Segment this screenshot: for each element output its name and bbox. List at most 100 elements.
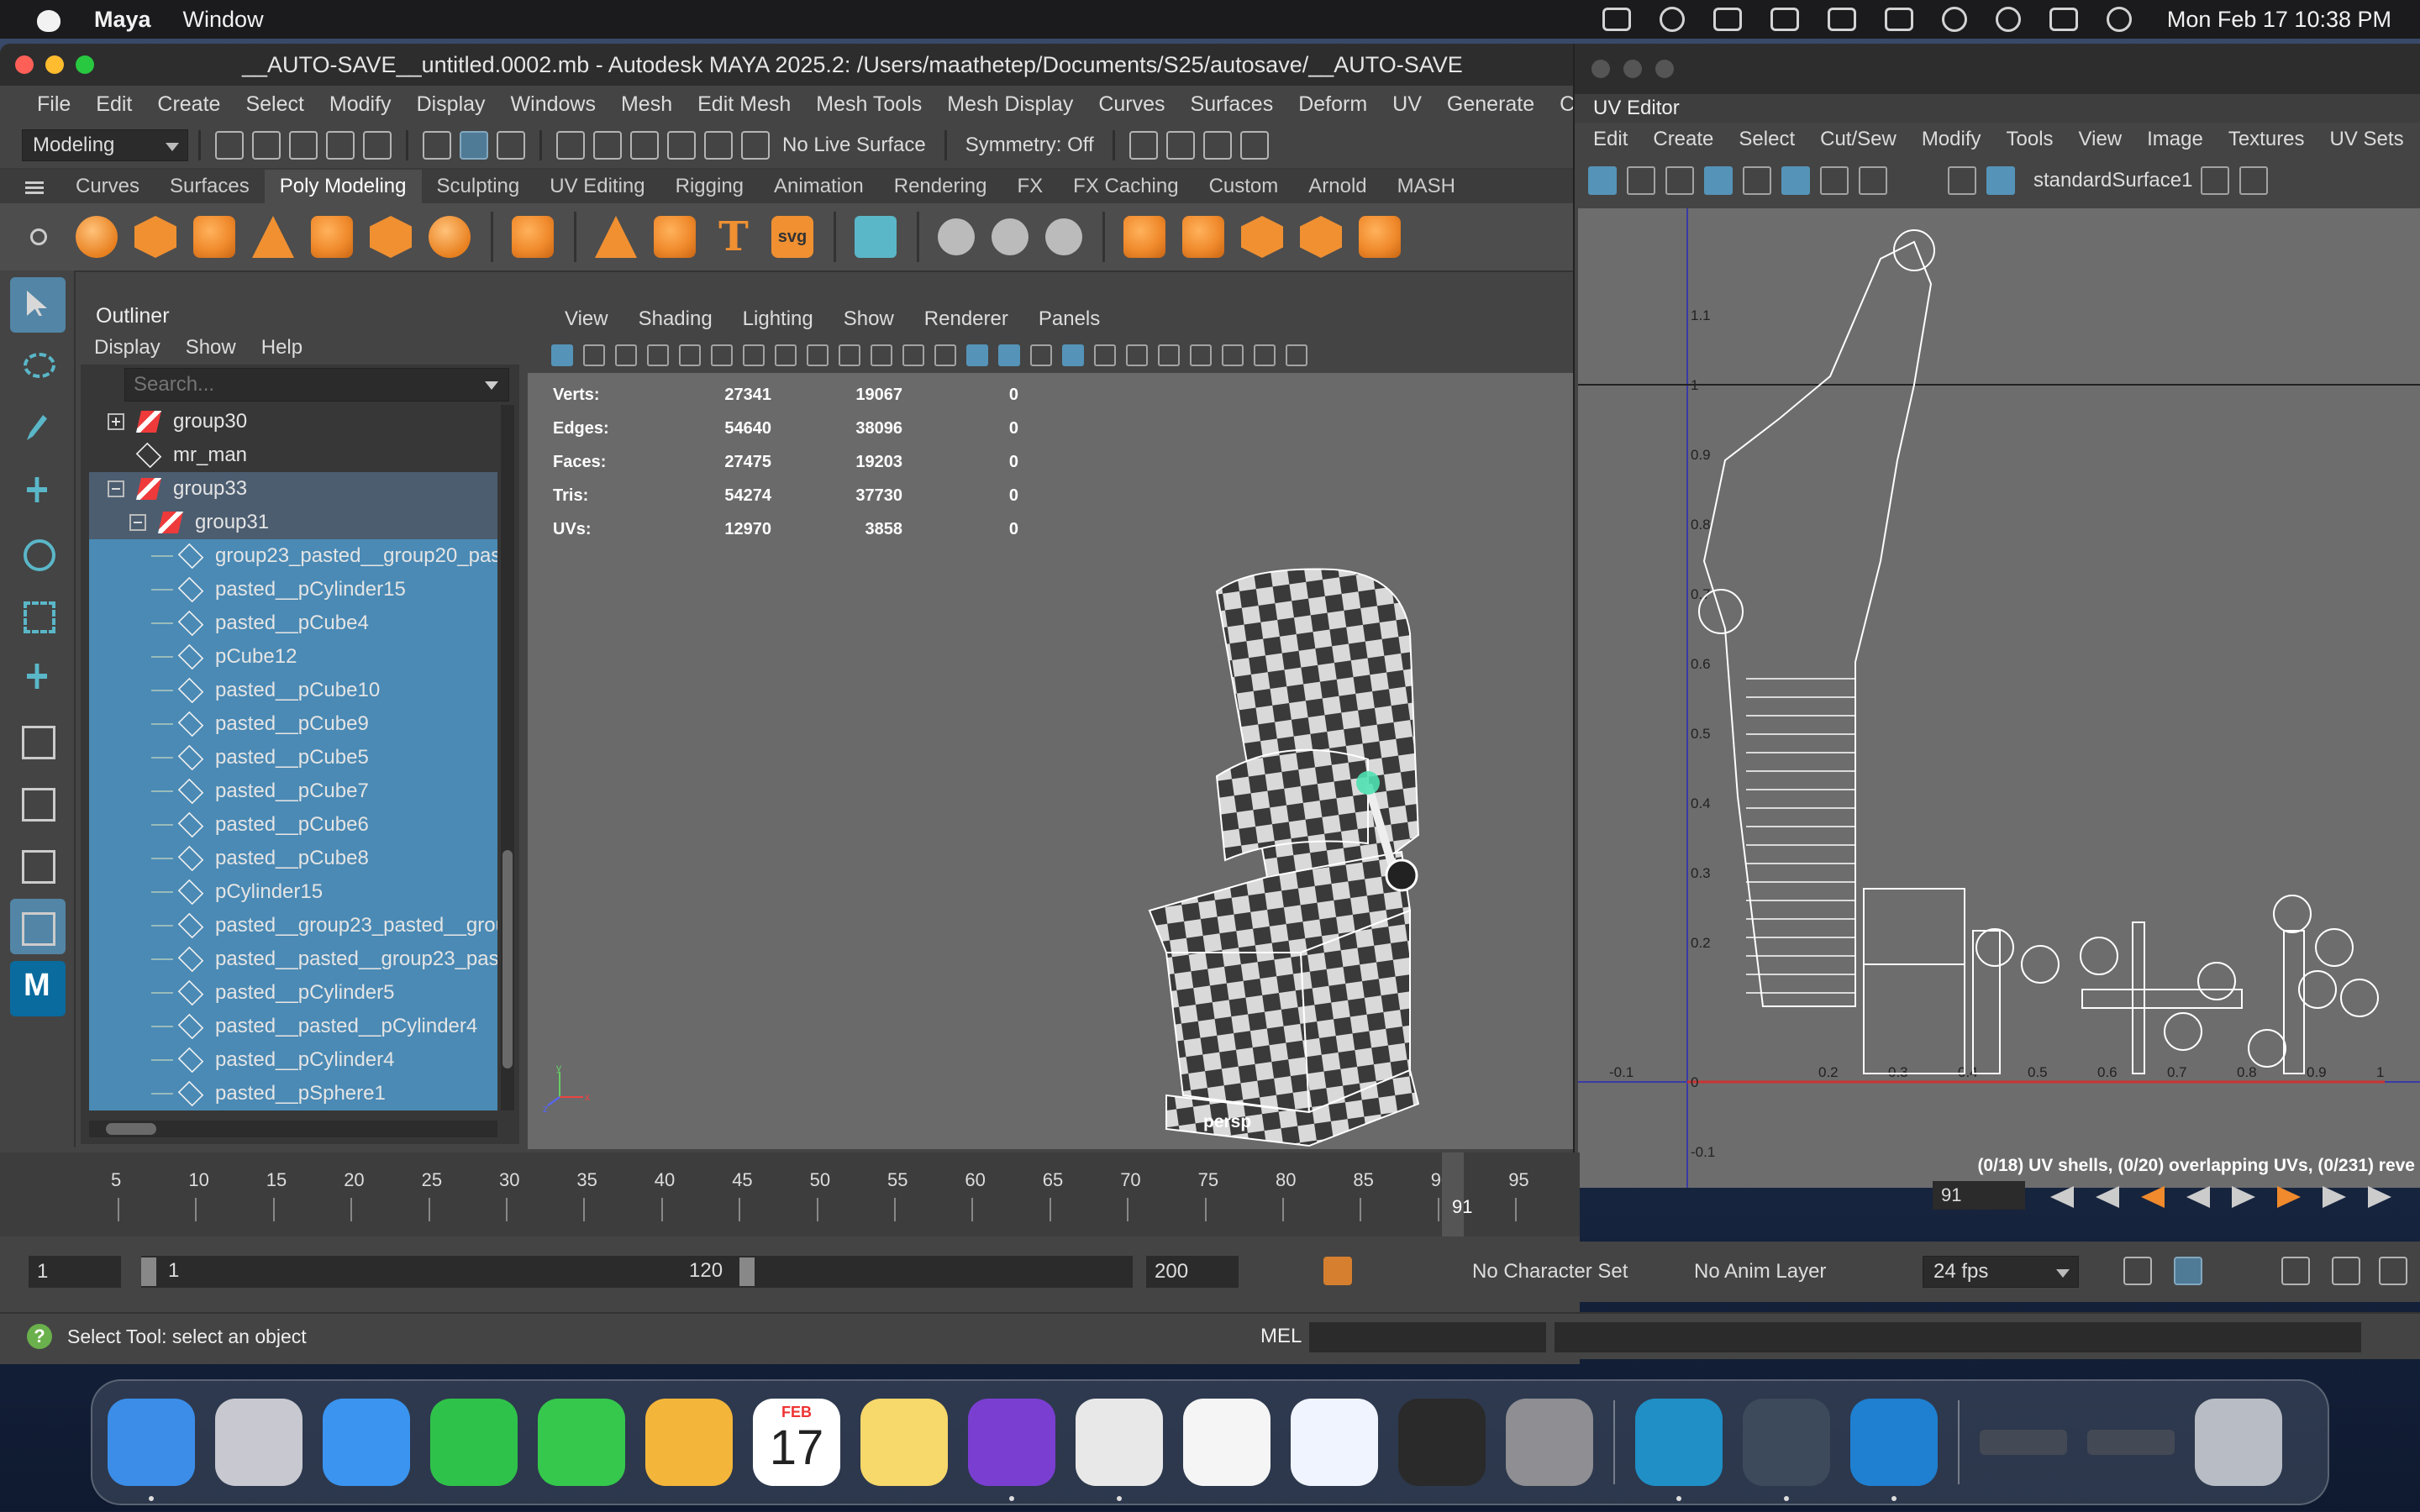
material-name[interactable]: standardSurface1 <box>2033 169 2192 192</box>
poly-cylinder-icon[interactable] <box>193 216 235 258</box>
menu-edit-mesh[interactable]: Edit Mesh <box>697 92 791 117</box>
auto-key-icon[interactable] <box>1323 1257 1352 1285</box>
tab-animation[interactable]: Animation <box>759 170 879 203</box>
time-slider[interactable]: 5101520253035404550556065707580859095 91 <box>0 1152 1580 1236</box>
uv-distortion-icon[interactable] <box>1665 166 1694 195</box>
poly-plane-icon[interactable] <box>370 216 412 258</box>
poly-torus-icon[interactable] <box>311 216 353 258</box>
preferences-icon[interactable] <box>2332 1257 2360 1285</box>
select-camera-icon[interactable] <box>551 344 573 366</box>
snap-surface-icon[interactable] <box>704 131 733 160</box>
uv-menu-tools[interactable]: Tools <box>2007 128 2054 151</box>
uv-editor-canvas[interactable]: 1.110.90.80.70.60.50.40.30.20-0.1-0.2-0.… <box>1578 208 2420 1188</box>
loop-icon[interactable] <box>2123 1257 2152 1285</box>
dock-freeform-icon[interactable] <box>1291 1399 1378 1486</box>
battery-icon[interactable] <box>1884 8 1913 31</box>
smooth-icon[interactable] <box>1241 216 1283 258</box>
uv-menu-modify[interactable]: Modify <box>1922 128 1981 151</box>
screen-space-ao-icon[interactable] <box>1190 344 1212 366</box>
image-ratio-icon[interactable] <box>2239 166 2269 195</box>
outliner-search-input[interactable] <box>125 369 508 401</box>
close-window-button[interactable] <box>15 55 34 74</box>
wireframe-icon[interactable] <box>966 344 988 366</box>
uv-menu-textures[interactable]: Textures <box>2228 128 2305 151</box>
smooth-shade-icon[interactable] <box>998 344 1020 366</box>
screen-recording-icon[interactable] <box>1659 7 1685 32</box>
close-window-button[interactable] <box>1591 60 1610 78</box>
viewport-menu-shading[interactable]: Shading <box>639 307 713 331</box>
dock-mail-icon[interactable] <box>323 1399 410 1486</box>
time-slider-track[interactable]: 5101520253035404550556065707580859095 <box>27 1152 1926 1236</box>
anim-layer-dropdown[interactable]: No Anim Layer <box>1694 1260 1826 1284</box>
motion-blur-icon[interactable] <box>1222 344 1244 366</box>
freeze-transforms-icon[interactable] <box>1045 218 1082 255</box>
viewport-menu-renderer[interactable]: Renderer <box>924 307 1008 331</box>
dock-vscode-icon[interactable] <box>1850 1399 1938 1501</box>
live-surface-label[interactable]: No Live Surface <box>782 134 926 157</box>
menu-uv[interactable]: UV <box>1392 92 1422 117</box>
dock-maya-icon[interactable] <box>1635 1399 1723 1501</box>
go-to-end-icon[interactable] <box>2368 1186 2391 1208</box>
dock-notes-icon[interactable] <box>860 1399 948 1486</box>
select-tool-icon[interactable] <box>10 277 66 333</box>
outliner-item-group31[interactable]: group31 <box>89 506 497 539</box>
chevron-down-icon[interactable] <box>485 381 498 390</box>
menu-mesh-tools[interactable]: Mesh Tools <box>816 92 922 117</box>
select-object-icon[interactable] <box>460 131 488 160</box>
search-icon[interactable] <box>1995 7 2021 32</box>
select-component-icon[interactable] <box>497 131 525 160</box>
slot-machine-model[interactable] <box>1116 558 1553 1149</box>
perspective-viewport[interactable]: Verts: 27341 19067 0 Edges: 54640 38096 0 Faces:… <box>528 373 1580 1149</box>
expand-icon[interactable] <box>108 413 124 430</box>
snap-point-icon[interactable] <box>630 131 659 160</box>
outliner-item-pasted-pcylinder4[interactable]: pasted__pCylinder4 <box>89 1043 497 1077</box>
menu-file[interactable]: File <box>37 92 71 117</box>
safe-title-icon[interactable] <box>934 344 956 366</box>
resolution-gate-icon[interactable] <box>807 344 829 366</box>
snap-curve-icon[interactable] <box>593 131 622 160</box>
uv-menu-uv-sets[interactable]: UV Sets <box>2330 128 2404 151</box>
uv-menu-image[interactable]: Image <box>2147 128 2203 151</box>
menu-window[interactable]: Window <box>183 7 264 33</box>
platonic-solid-icon[interactable] <box>512 216 554 258</box>
poly-sphere-icon[interactable] <box>76 216 118 258</box>
tab-fx[interactable]: FX <box>1002 170 1059 203</box>
graph-editor-icon[interactable] <box>2174 1257 2202 1285</box>
tab-curves[interactable]: Curves <box>60 170 155 203</box>
uv-menu-view[interactable]: View <box>2079 128 2123 151</box>
uv-shell-select-icon[interactable] <box>1588 166 1617 195</box>
snap-pivot-icon[interactable] <box>741 131 770 160</box>
center-pivot-icon[interactable] <box>938 218 975 255</box>
play-forwards-icon[interactable] <box>2232 1186 2255 1208</box>
tab-rigging[interactable]: Rigging <box>660 170 759 203</box>
tab-uv-editing[interactable]: UV Editing <box>534 170 660 203</box>
keyboard-icon[interactable] <box>1770 8 1799 31</box>
current-frame-field[interactable]: 91 <box>1933 1181 2025 1210</box>
extrude-icon[interactable] <box>1300 216 1342 258</box>
dock-chrome-icon[interactable] <box>1076 1399 1163 1501</box>
zoom-window-button[interactable] <box>1655 60 1674 78</box>
field-chart-icon[interactable] <box>871 344 892 366</box>
lasso-tool-icon[interactable] <box>10 339 66 395</box>
tab-poly-modeling[interactable]: Poly Modeling <box>264 170 422 203</box>
rgb-channels-icon[interactable] <box>2201 166 2230 195</box>
mel-language-toggle[interactable]: MEL <box>1260 1325 1302 1348</box>
undo-icon[interactable] <box>326 131 355 160</box>
redo-icon[interactable] <box>363 131 392 160</box>
mel-command-input[interactable] <box>1309 1322 1546 1352</box>
dock-finder-icon[interactable] <box>108 1399 195 1501</box>
four-view-layout-icon[interactable] <box>10 774 66 830</box>
menu-curves[interactable]: Curves <box>1098 92 1165 117</box>
single-perspective-layout-icon[interactable] <box>10 712 66 768</box>
dock-trash-icon[interactable] <box>2195 1399 2282 1486</box>
outliner-vertical-scrollbar[interactable] <box>501 405 514 1110</box>
minimize-window-button[interactable] <box>1623 60 1642 78</box>
wireframe-on-shaded-icon[interactable] <box>1062 344 1084 366</box>
outliner-item-pasted-pcube10[interactable]: pasted__pCube10 <box>89 674 497 707</box>
super-shape-icon[interactable] <box>595 216 637 258</box>
poly-cube-icon[interactable] <box>134 216 176 258</box>
menu-select[interactable]: Select <box>245 92 303 117</box>
viewport-menu-view[interactable]: View <box>565 307 608 331</box>
app-menu-maya[interactable]: Maya <box>94 7 151 33</box>
play-backwards-icon[interactable] <box>2186 1186 2210 1208</box>
